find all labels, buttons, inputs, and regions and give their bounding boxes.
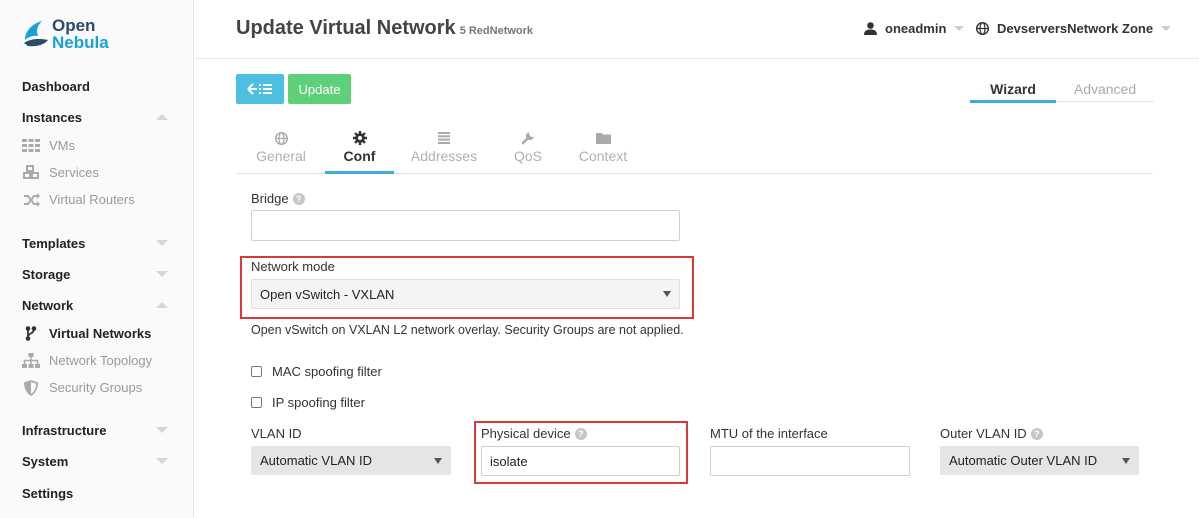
wrench-icon [508,130,548,146]
nav-security-groups[interactable]: Security Groups [22,379,142,396]
sitemap-icon [22,353,40,368]
nav-dashboard[interactable]: Dashboard [22,79,90,94]
globe-icon [976,22,989,35]
page-title: Update Virtual Network 5 RedNetwork [236,17,534,39]
chevron-down-icon[interactable] [156,271,168,277]
bridge-label: Bridge? [251,191,305,206]
update-button[interactable]: Update [288,74,351,104]
nav-settings[interactable]: Settings [22,486,73,501]
nav-network[interactable]: Network [22,298,73,313]
ip-spoofing-checkbox[interactable]: IP spoofing filter [251,395,365,410]
nav-network-topology[interactable]: Network Topology [22,353,152,368]
help-icon[interactable]: ? [574,427,587,440]
mode-tab-active-indicator [970,100,1056,103]
select-arrow-icon [434,457,442,464]
vlan-id-select[interactable]: Automatic VLAN ID [251,446,451,475]
nav-instances[interactable]: Instances [22,110,82,125]
caret-down-icon [1161,26,1172,31]
caret-down-icon [954,26,965,31]
mtu-input[interactable] [710,446,910,476]
chevron-down-icon[interactable] [156,240,168,246]
user-menu[interactable]: oneadmin [864,21,965,36]
tab-active-indicator [325,171,394,174]
physical-device-input[interactable]: isolate [481,446,680,476]
brand-line2: Nebula [52,33,109,52]
grid-icon [22,139,40,153]
sidebar: Open Nebula Dashboard Instances VMs Serv… [0,0,194,518]
nav-vms[interactable]: VMs [22,138,75,153]
cloud-logo-icon [24,21,48,47]
outer-vlan-label: Outer VLAN ID? [940,426,1043,441]
arrow-left-list-icon [247,83,272,95]
chevron-down-icon[interactable] [156,427,168,433]
random-icon [22,192,40,207]
select-arrow-icon [1122,457,1130,464]
code-fork-icon [22,326,40,341]
header-divider [195,58,1199,59]
tab-context[interactable]: Context [575,130,631,164]
tab-general[interactable]: General [252,130,310,164]
brand-line1: Open [52,16,96,35]
tab-qos[interactable]: QoS [508,130,548,164]
chevron-up-icon[interactable] [156,302,168,308]
outer-vlan-select[interactable]: Automatic Outer VLAN ID [940,446,1139,475]
bridge-input[interactable] [251,210,680,241]
nav-virtual-routers[interactable]: Virtual Routers [22,192,135,207]
chevron-down-icon[interactable] [156,458,168,464]
back-to-list-button[interactable] [236,74,284,104]
nav-infrastructure[interactable]: Infrastructure [22,423,107,438]
nav-templates[interactable]: Templates [22,236,85,251]
network-mode-description: Open vSwitch on VXLAN L2 network overlay… [251,323,684,337]
globe-icon [252,130,310,146]
mtu-label: MTU of the interface [710,426,828,441]
zone-menu[interactable]: DevserversNetwork Zone [976,21,1172,36]
checkbox[interactable] [251,366,262,377]
help-icon[interactable]: ? [292,192,305,205]
select-arrow-icon [663,291,671,297]
page-subtitle: 5 RedNetwork [459,25,534,37]
network-mode-select[interactable]: Open vSwitch - VXLAN [251,279,680,309]
shield-icon [22,379,40,396]
nav-virtual-networks[interactable]: Virtual Networks [22,326,151,341]
vlan-id-label: VLAN ID [251,426,302,441]
nav-system[interactable]: System [22,454,68,469]
cubes-icon [22,165,40,180]
opennebula-logo[interactable]: Open Nebula [22,16,142,56]
tab-conf[interactable]: Conf [325,130,394,164]
mac-spoofing-checkbox[interactable]: MAC spoofing filter [251,364,382,379]
chevron-up-icon[interactable] [156,114,168,120]
tab-advanced[interactable]: Advanced [1056,81,1154,97]
nav-storage[interactable]: Storage [22,267,70,282]
tab-wizard[interactable]: Wizard [970,81,1056,97]
list-icon [409,130,479,146]
physical-device-label: Physical device? [481,426,587,441]
network-mode-label: Network mode [251,259,335,274]
folder-icon [575,130,631,146]
nav-services[interactable]: Services [22,165,99,180]
cog-icon [325,130,394,146]
user-icon [864,22,877,35]
checkbox[interactable] [251,397,262,408]
help-icon[interactable]: ? [1030,427,1043,440]
tab-addresses[interactable]: Addresses [409,130,479,164]
